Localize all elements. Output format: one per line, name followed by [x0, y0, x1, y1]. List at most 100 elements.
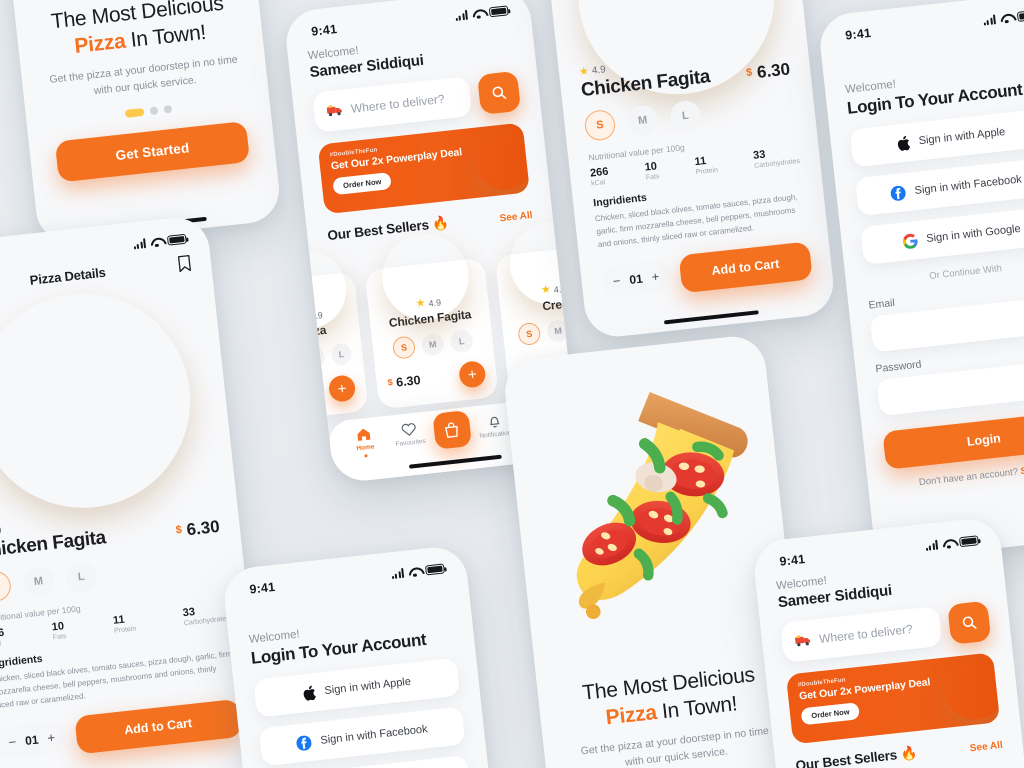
nutrition-item: 11 Protein	[694, 154, 718, 176]
wifi-icon	[408, 567, 421, 577]
search-button[interactable]	[476, 70, 522, 115]
size-selector[interactable]: S M L	[513, 315, 579, 347]
see-all-link[interactable]: See All	[969, 740, 1003, 754]
sign-in-apple-button[interactable]: Sign in with Apple	[849, 108, 1024, 168]
heart-icon	[402, 423, 417, 436]
tab-label: Notification	[479, 429, 512, 440]
nutrition-value: 266	[589, 165, 610, 180]
size-option-l[interactable]: L	[668, 99, 702, 133]
delivery-truck-icon	[794, 635, 811, 647]
pagination-dot-3[interactable]	[163, 105, 172, 115]
cart-icon	[445, 421, 459, 438]
size-option-s[interactable]: S	[283, 348, 299, 373]
fire-icon: 🔥	[899, 745, 918, 762]
search-icon	[962, 616, 977, 629]
status-time: 9:41	[844, 25, 872, 43]
battery-icon	[1016, 9, 1024, 22]
battery-icon	[166, 233, 187, 246]
pagination-dot-1[interactable]	[124, 108, 145, 119]
battery-icon	[958, 535, 979, 548]
size-option-s[interactable]: S	[583, 108, 617, 142]
price-value: 6.30	[756, 59, 792, 82]
get-started-button[interactable]: Get Started	[54, 121, 251, 183]
order-now-button[interactable]: Order Now	[800, 702, 861, 726]
sign-in-facebook-button[interactable]: Sign in with Facebook	[854, 156, 1024, 217]
add-to-cart-button[interactable]: +	[457, 360, 487, 389]
wifi-icon	[150, 237, 163, 247]
increment-button[interactable]: +	[651, 269, 660, 285]
facebook-icon	[890, 185, 906, 201]
phone-details-top-center-right: ★ 4.9 Chicken Fagita $ 6.30 S M L Nutriti…	[525, 0, 837, 340]
login-button[interactable]: Login	[882, 410, 1024, 470]
size-option-m[interactable]: M	[545, 318, 571, 343]
see-all-link[interactable]: See All	[499, 210, 533, 224]
facebook-icon	[296, 735, 312, 751]
size-option-m[interactable]: M	[626, 104, 660, 138]
quantity-stepper[interactable]: − 01 +	[600, 260, 672, 299]
google-icon	[902, 233, 918, 249]
onboarding-title-rest: In Town!	[124, 20, 208, 53]
search-button[interactable]	[947, 600, 992, 645]
sso-label: Sign in with Facebook	[914, 173, 1023, 198]
nutrition-key: Protein	[695, 166, 719, 177]
tab-label: Favourites	[395, 437, 427, 449]
phone-login-right: 9:41 Welcome! Login To Your Account Sign…	[817, 0, 1024, 562]
nutrition-key: kCal	[590, 179, 606, 188]
quantity-value: 01	[628, 271, 644, 287]
search-placeholder: Where to deliver?	[818, 621, 914, 646]
promo-banner[interactable]: #DoubleTheFun Get Our 2x Powerplay Deal …	[317, 122, 530, 215]
sign-in-apple-button[interactable]: Sign in with Apple	[253, 657, 461, 718]
sso-label: Sign in with Google	[925, 222, 1022, 246]
cellular-icon	[982, 14, 996, 26]
add-to-cart-button[interactable]: Add to Cart	[678, 241, 813, 294]
cellular-icon	[454, 9, 468, 22]
product-card[interactable]: ★ 4.9 Pizza S M L $ 6.30 +	[283, 271, 369, 422]
onboarding-title-highlight: Pizza	[73, 29, 127, 58]
section-title: Our Best Sellers 🔥	[795, 745, 918, 768]
phone-login-bottom-left: 9:41 Welcome! Login To Your Account Sign…	[221, 544, 515, 768]
add-to-cart-button[interactable]: +	[327, 374, 357, 403]
product-image	[283, 247, 350, 333]
order-now-button[interactable]: Order Now	[332, 172, 393, 196]
search-placeholder: Where to deliver?	[350, 91, 446, 116]
tab-cart[interactable]	[432, 410, 472, 450]
size-option-s[interactable]: S	[391, 335, 417, 360]
sso-label: Sign in with Facebook	[319, 723, 429, 747]
search-input[interactable]: Where to deliver?	[780, 605, 943, 663]
promo-banner[interactable]: #DoubleTheFun Get Our 2x Powerplay Deal …	[785, 652, 1001, 745]
size-selector[interactable]: S M L	[383, 328, 483, 360]
sign-in-facebook-button[interactable]: Sign in with Facebook	[258, 706, 466, 767]
size-option-m[interactable]: M	[420, 332, 445, 357]
battery-icon	[488, 5, 509, 18]
tab-favourites[interactable]: Favourites	[388, 420, 433, 448]
search-input[interactable]: Where to deliver?	[311, 76, 473, 133]
home-icon	[357, 428, 371, 441]
product-card[interactable]: ★ 4.9 Chicken Fagita S M L $ 6.30 +	[364, 257, 499, 410]
wifi-icon	[472, 8, 485, 18]
sign-in-google-button[interactable]: Sign in with Google	[860, 205, 1024, 265]
decrement-button[interactable]: −	[612, 273, 621, 289]
size-option-s[interactable]: S	[517, 321, 542, 347]
bookmark-icon[interactable]	[177, 254, 192, 273]
size-option-l[interactable]: L	[449, 329, 474, 354]
size-option-l[interactable]: L	[330, 342, 353, 367]
delivery-truck-icon	[326, 105, 342, 117]
onboarding-title-highlight: Pizza	[604, 700, 658, 730]
size-option-m[interactable]: M	[303, 345, 326, 370]
size-selector[interactable]: S M L	[283, 342, 353, 373]
phone-onboarding-top-left: The Most Delicious Pizza In Town! Get th…	[0, 0, 283, 246]
sign-up-link[interactable]: Sign Up	[1020, 462, 1024, 477]
phone-details-left-large: 9:41 Pizza Details ★4.9 Chicken Fagita	[0, 214, 273, 768]
sso-label: Sign in with Apple	[323, 675, 412, 698]
onboarding-pagination[interactable]	[52, 97, 244, 126]
phone-home-bottom-right: 9:41 Welcome! Sameer Siddiqui Where to d…	[751, 515, 1024, 768]
signup-prompt-text: Don't have an account?	[918, 466, 1019, 489]
tab-home[interactable]: Home	[342, 425, 387, 459]
size-option-l[interactable]: L	[574, 315, 579, 340]
search-row: Where to deliver?	[311, 70, 522, 133]
price-value: 6.30	[395, 373, 422, 390]
star-icon: ★	[578, 65, 590, 79]
detail-price: $ 6.30	[745, 59, 791, 84]
home-indicator	[663, 309, 759, 325]
pagination-dot-2[interactable]	[149, 106, 158, 116]
